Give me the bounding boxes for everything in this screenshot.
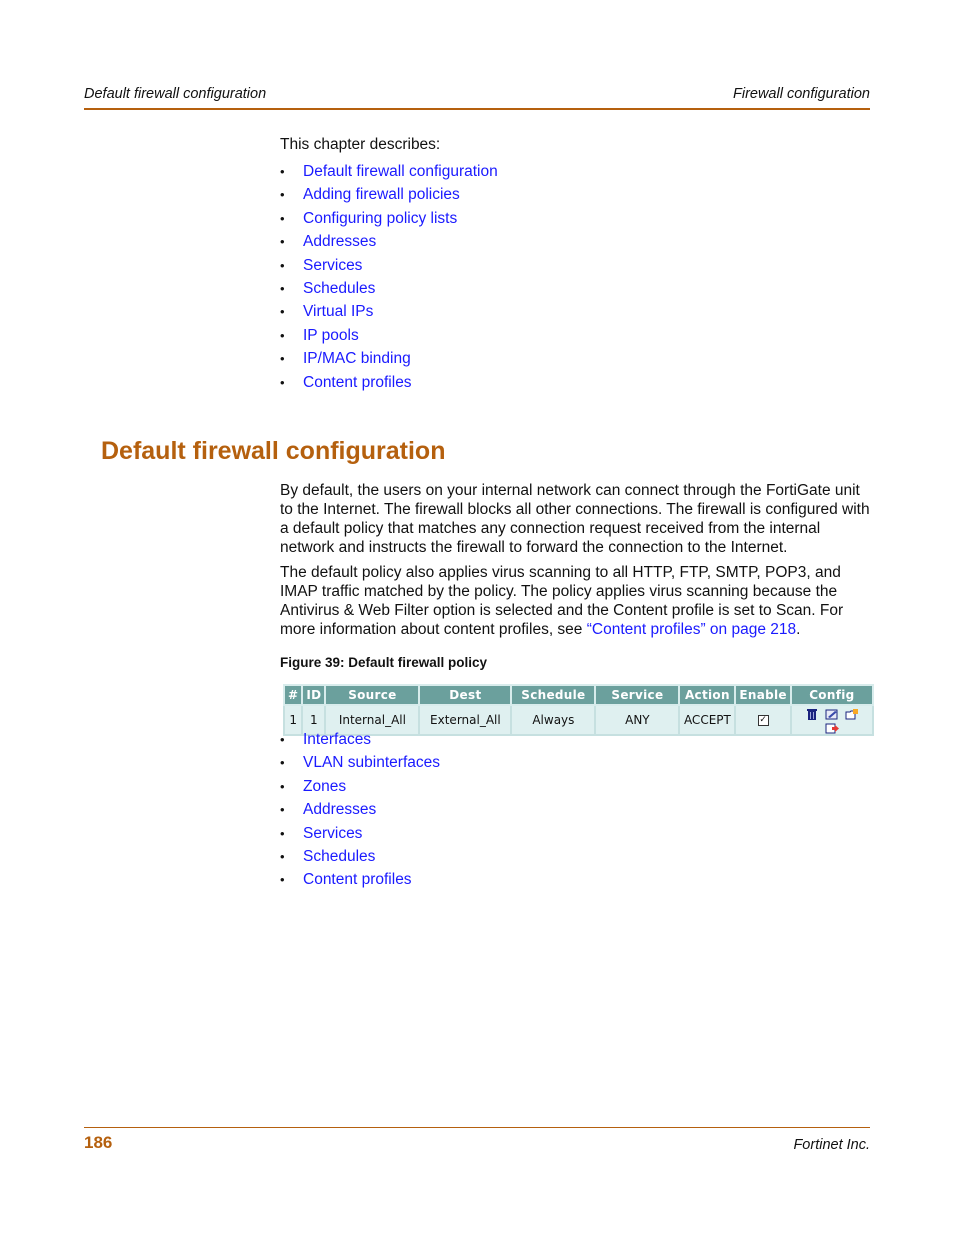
related-link[interactable]: Zones [303, 778, 346, 795]
column-header-dest: Dest [418, 684, 513, 706]
header-divider [84, 108, 870, 110]
list-item: • Virtual IPs [280, 300, 498, 323]
related-link[interactable]: Interfaces [303, 731, 371, 748]
bullet-icon: • [280, 304, 285, 320]
column-header-action: Action [678, 684, 737, 706]
toc-link[interactable]: IP/MAC binding [303, 350, 411, 367]
list-item: • Schedules [280, 845, 440, 868]
column-header-enable: Enable [734, 684, 792, 706]
bullet-icon: • [280, 374, 285, 390]
related-link[interactable]: Content profiles [303, 871, 412, 888]
bullet-icon: • [280, 825, 285, 841]
bullet-icon: • [280, 848, 285, 864]
bullet-icon: • [280, 755, 285, 771]
list-item: • Default firewall configuration [280, 160, 498, 183]
toc-link[interactable]: Addresses [303, 233, 376, 250]
list-item: • Addresses [280, 798, 440, 821]
bullet-icon: • [280, 257, 285, 273]
section-heading: Default firewall configuration [101, 437, 446, 465]
list-item: • IP/MAC binding [280, 347, 498, 370]
footer-divider [84, 1127, 870, 1128]
bullet-icon: • [280, 164, 285, 179]
bullet-icon: • [280, 732, 285, 747]
related-link[interactable]: Schedules [303, 848, 375, 865]
toc-link[interactable]: Adding firewall policies [303, 186, 460, 203]
list-item: • Adding firewall policies [280, 183, 498, 206]
cell-service: ANY [594, 704, 681, 736]
cell-schedule: Always [510, 704, 597, 736]
cell-action: ACCEPT [678, 704, 737, 736]
move-icon[interactable] [825, 722, 839, 734]
bullet-icon: • [280, 210, 285, 226]
toc-link[interactable]: Content profiles [303, 374, 412, 391]
column-header-source: Source [324, 684, 421, 706]
column-header-id: ID [301, 684, 327, 706]
column-header-service: Service [594, 684, 681, 706]
running-header-right: Firewall configuration [732, 86, 870, 102]
insert-policy-icon[interactable] [845, 708, 859, 720]
related-topics-list: • Interfaces • VLAN subinterfaces • Zones •… [280, 728, 440, 892]
list-item: • IP pools [280, 324, 498, 347]
list-item: • Services [280, 822, 440, 845]
bullet-icon: • [280, 778, 285, 794]
table-header-row: # ID Source Dest Schedule Service Action… [282, 684, 874, 706]
bullet-icon: • [280, 327, 285, 343]
cell-config [789, 704, 874, 736]
list-item: • Zones [280, 775, 440, 798]
column-header-schedule: Schedule [510, 684, 597, 706]
edit-icon[interactable] [825, 708, 839, 720]
list-item: • Schedules [280, 277, 498, 300]
running-header-left: Default firewall configuration [84, 86, 267, 102]
bullet-icon: • [280, 872, 285, 888]
toc-link[interactable]: Services [303, 257, 362, 274]
toc-link[interactable]: Schedules [303, 280, 375, 297]
chapter-toc-list: • Default firewall configuration • Adding … [280, 160, 498, 394]
list-item: • Addresses [280, 230, 498, 253]
figure-caption: Figure 39: Default firewall policy [280, 655, 488, 670]
column-header-config: Config [789, 684, 874, 706]
trash-icon[interactable] [805, 708, 819, 720]
enable-checkbox[interactable]: ✓ [757, 715, 769, 726]
column-header-num: # [282, 684, 304, 706]
body-paragraph: The default policy also applies virus sc… [280, 563, 872, 639]
toc-link[interactable]: IP pools [303, 327, 359, 344]
toc-link[interactable]: Default firewall configuration [303, 163, 498, 180]
footer-company: Fortinet Inc. [793, 1137, 870, 1153]
bullet-icon: • [280, 234, 285, 250]
list-item: • Content profiles [280, 371, 498, 394]
page-number: 186 [84, 1133, 113, 1152]
cross-reference-link[interactable]: “Content profiles” on page 218 [587, 621, 796, 638]
list-item: • Content profiles [280, 868, 440, 891]
list-item: • Interfaces [280, 728, 440, 751]
list-item: • Configuring policy lists [280, 207, 498, 230]
body-paragraph: By default, the users on your internal n… [280, 482, 870, 556]
toc-link[interactable]: Configuring policy lists [303, 210, 457, 227]
intro-text: This chapter describes: [280, 136, 441, 153]
bullet-icon: • [280, 351, 285, 367]
list-item: • VLAN subinterfaces [280, 751, 440, 774]
related-link[interactable]: Services [303, 825, 362, 842]
related-link[interactable]: Addresses [303, 801, 376, 818]
bullet-icon: • [280, 187, 285, 203]
toc-link[interactable]: Virtual IPs [303, 303, 373, 320]
related-link[interactable]: VLAN subinterfaces [303, 754, 440, 771]
list-item: • Services [280, 254, 498, 277]
cell-enable: ✓ [734, 704, 792, 736]
paragraph-end: . [796, 621, 801, 638]
bullet-icon: • [280, 280, 285, 296]
bullet-icon: • [280, 802, 285, 818]
